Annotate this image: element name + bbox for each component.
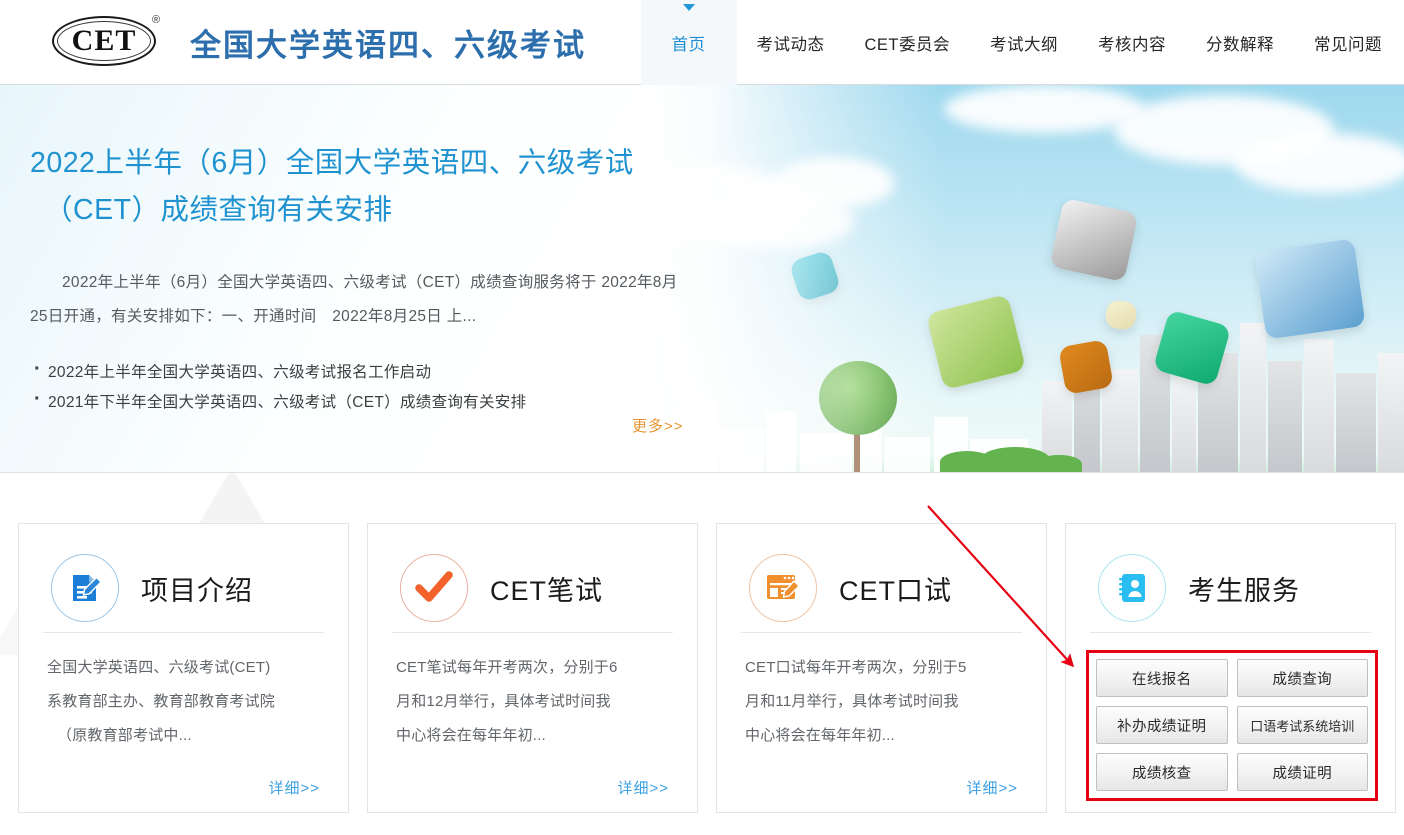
card-body-line: 中心将会在每年年初... [396,719,669,753]
registered-mark-icon: ® [152,14,160,26]
card-title: 考生服务 [1188,569,1300,608]
nav-item-home-label: 首页 [672,31,706,55]
nav-item-syllabus[interactable]: 考试大纲 [970,0,1078,85]
nav-item-assessment-content-label: 考核内容 [1098,31,1166,55]
card-body: CET口试每年开考两次，分别于5 月和11月举行，具体考试时间我 中心将会在每年… [741,633,1022,753]
card-body-line: 月和12月举行，具体考试时间我 [396,685,669,719]
card-cet-oral[interactable]: CET口试 CET口试每年开考两次，分别于5 月和11月举行，具体考试时间我 中… [716,523,1047,813]
card-body: 全国大学英语四、六级考试(CET) 系教育部主办、教育部教育考试院 （原教育部考… [43,633,324,753]
background-watermark [196,473,268,529]
card-body-line: CET口试每年开考两次，分别于5 [745,651,1018,685]
banner-headline-line1: 2022上半年（6月）全国大学英语四、六级考试 [30,147,634,179]
card-project-intro[interactable]: 项目介绍 全国大学英语四、六级考试(CET) 系教育部主办、教育部教育考试院 （… [18,523,349,813]
nav-item-home[interactable]: 首页 [641,0,737,85]
cloud-shape [944,85,1144,133]
card-candidate-services[interactable]: 考生服务 在线报名 成绩查询 补办成绩证明 口语考试系统培训 成绩核查 [1065,523,1396,813]
cube-music [1254,238,1365,339]
brand[interactable]: CET ® 全国大学英语四、六级考试 [0,14,586,70]
divider [1090,632,1371,633]
hero-banner: 2022上半年（6月）全国大学英语四、六级考试 （CET）成绩查询有关安排 20… [0,85,1404,473]
card-title: CET口试 [839,569,952,608]
nav-item-exam-news-label: 考试动态 [757,31,825,55]
main-navigation: 首页 考试动态 CET委员会 考试大纲 考核内容 分数解释 常见问题 [641,0,1404,85]
feature-cards-section: 项目介绍 全国大学英语四、六级考试(CET) 系教育部主办、教育部教育考试院 （… [0,473,1404,834]
news-link-label: 2022年上半年全国大学英语四、六级考试报名工作启动 [48,364,431,381]
cube-orange [1058,339,1114,395]
service-button-label: 口语考试系统培训 [1250,716,1354,735]
service-button-score-certificate[interactable]: 成绩证明 [1237,753,1369,791]
banner-headline-line2: （CET）成绩查询有关安排 [30,187,690,234]
nav-item-score-interpretation-label: 分数解释 [1206,31,1274,55]
browser-pen-icon [749,554,817,622]
banner-illustration [644,85,1404,473]
card-body-line: 中心将会在每年年初... [745,719,1018,753]
check-mark-icon [400,554,468,622]
card-body-line: CET笔试每年开考两次，分别于6 [396,651,669,685]
card-body: CET笔试每年开考两次，分别于6 月和12月举行，具体考试时间我 中心将会在每年… [392,633,673,753]
contact-book-icon [1098,554,1166,622]
logo-text: CET [52,16,156,66]
banner-headline[interactable]: 2022上半年（6月）全国大学英语四、六级考试 （CET）成绩查询有关安排 [30,140,690,234]
service-button-online-registration[interactable]: 在线报名 [1096,659,1228,697]
card-header: CET笔试 [392,544,673,632]
card-header: CET口试 [741,544,1022,632]
card-cet-written[interactable]: CET笔试 CET笔试每年开考两次，分别于6 月和12月举行，具体考试时间我 中… [367,523,698,813]
chevron-down-icon [683,4,695,11]
card-header: 项目介绍 [43,544,324,632]
service-button-score-verification[interactable]: 成绩核查 [1096,753,1228,791]
card-body-line: 月和11月举行，具体考试时间我 [745,685,1018,719]
candidate-service-button-group-highlight: 在线报名 成绩查询 补办成绩证明 口语考试系统培训 成绩核查 成绩证明 [1086,650,1378,801]
service-button-score-query[interactable]: 成绩查询 [1237,659,1369,697]
service-button-label: 成绩核查 [1132,762,1192,783]
banner-text-block: 2022上半年（6月）全国大学英语四、六级考试 （CET）成绩查询有关安排 20… [30,140,690,418]
service-button-oral-exam-system-training[interactable]: 口语考试系统培训 [1237,706,1369,744]
detail-link[interactable]: 详细>> [268,777,320,798]
nav-item-faq[interactable]: 常见问题 [1294,0,1404,85]
detail-link[interactable]: 详细>> [966,777,1018,798]
news-link-label: 2021年下半年全国大学英语四、六级考试（CET）成绩查询有关安排 [48,394,526,411]
card-body-line: 全国大学英语四、六级考试(CET) [47,651,320,685]
service-button-reissue-score-certificate[interactable]: 补办成绩证明 [1096,706,1228,744]
cet-oval-logo-icon: CET ® [52,14,170,70]
card-header: 考生服务 [1090,544,1371,632]
site-header: CET ® 全国大学英语四、六级考试 首页 考试动态 CET委员会 考试大纲 考… [0,0,1404,85]
detail-link[interactable]: 详细>> [617,777,669,798]
nav-item-assessment-content[interactable]: 考核内容 [1078,0,1186,85]
card-grid: 项目介绍 全国大学英语四、六级考试(CET) 系教育部主办、教育部教育考试院 （… [18,523,1396,813]
service-button-label: 补办成绩证明 [1117,715,1206,736]
nav-item-cet-committee-label: CET委员会 [865,31,951,55]
card-body-line: 系教育部主办、教育部教育考试院 [47,685,320,719]
cloud-shape [1234,133,1404,193]
more-link[interactable]: 更多>> [632,415,684,436]
service-button-label: 成绩证明 [1272,762,1332,783]
banner-news-list: 2022年上半年全国大学英语四、六级考试报名工作启动 2021年下半年全国大学英… [30,358,690,418]
card-body-line: （原教育部考试中... [47,719,320,753]
banner-summary-line1: 2022年上半年（6月）全国大学英语四、六级考试（CET）成绩查询服务将于 [30,274,597,291]
nav-item-cet-committee[interactable]: CET委员会 [845,0,971,85]
document-pen-icon [51,554,119,622]
service-button-label: 成绩查询 [1272,668,1332,689]
nav-item-exam-news[interactable]: 考试动态 [737,0,845,85]
list-item[interactable]: 2022年上半年全国大学英语四、六级考试报名工作启动 [30,358,690,388]
list-item[interactable]: 2021年下半年全国大学英语四、六级考试（CET）成绩查询有关安排 [30,388,690,418]
nav-item-syllabus-label: 考试大纲 [990,31,1058,55]
brand-title: 全国大学英语四、六级考试 [190,20,586,65]
cube-piano [1050,198,1139,282]
service-button-label: 在线报名 [1132,668,1192,689]
card-title: 项目介绍 [141,569,253,608]
nav-item-faq-label: 常见问题 [1314,31,1382,55]
card-title: CET笔试 [490,569,603,608]
banner-summary: 2022年上半年（6月）全国大学英语四、六级考试（CET）成绩查询服务将于 20… [30,266,690,334]
nav-item-score-interpretation[interactable]: 分数解释 [1186,0,1294,85]
